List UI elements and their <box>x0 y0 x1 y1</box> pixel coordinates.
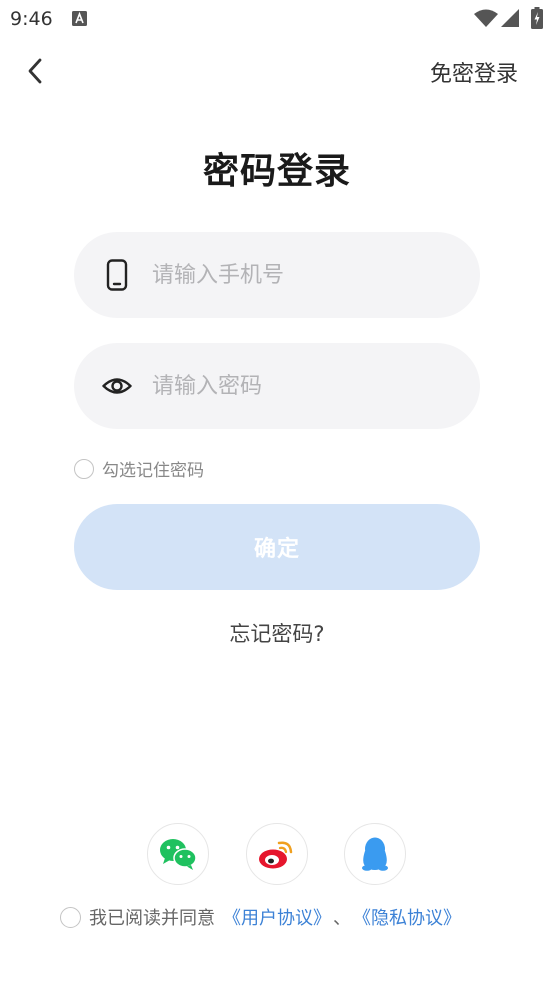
remember-radio[interactable] <box>74 458 94 479</box>
remember-password-checkbox[interactable]: 勾选记住密码 <box>74 456 204 481</box>
signal-icon <box>501 9 519 27</box>
wechat-icon <box>160 839 197 870</box>
agreement-row: 我已阅读并同意 《用户协议》 、 《隐私协议》 <box>60 904 461 930</box>
password-field[interactable] <box>74 343 480 429</box>
agreement-separator: 、 <box>333 908 351 929</box>
notification-a-icon <box>72 11 87 26</box>
agreement-radio[interactable] <box>60 906 81 928</box>
battery-charging-icon <box>531 7 543 29</box>
qq-login-button[interactable] <box>344 823 406 885</box>
privacy-agreement-link[interactable]: 《隐私协议》 <box>353 904 461 930</box>
status-bar: 9:46 <box>0 0 554 40</box>
weibo-icon <box>259 841 293 869</box>
remember-label: 勾选记住密码 <box>102 461 204 481</box>
page-title: 密码登录 <box>202 151 351 192</box>
passwordless-login-link[interactable]: 免密登录 <box>430 56 518 88</box>
confirm-button[interactable]: 确定 <box>74 504 480 590</box>
forgot-password-link[interactable]: 忘记密码? <box>0 618 554 648</box>
back-button[interactable] <box>22 54 50 88</box>
phone-icon <box>106 259 128 291</box>
wechat-login-button[interactable] <box>147 823 209 885</box>
status-time: 9:46 <box>10 8 53 30</box>
password-input[interactable] <box>152 373 442 399</box>
weibo-login-button[interactable] <box>246 823 308 885</box>
wifi-icon <box>474 9 498 27</box>
phone-input[interactable] <box>152 262 442 288</box>
login-screen: 9:46 免密登录 密码登录 请输入手机号 勾选记住密码 确定 忘记密码? 我已… <box>0 0 554 985</box>
eye-icon[interactable] <box>102 370 132 402</box>
qq-icon <box>362 837 388 871</box>
phone-field[interactable] <box>74 232 480 318</box>
user-agreement-link[interactable]: 《用户协议》 <box>223 904 331 930</box>
agreement-prefix: 我已阅读并同意 <box>89 908 215 929</box>
